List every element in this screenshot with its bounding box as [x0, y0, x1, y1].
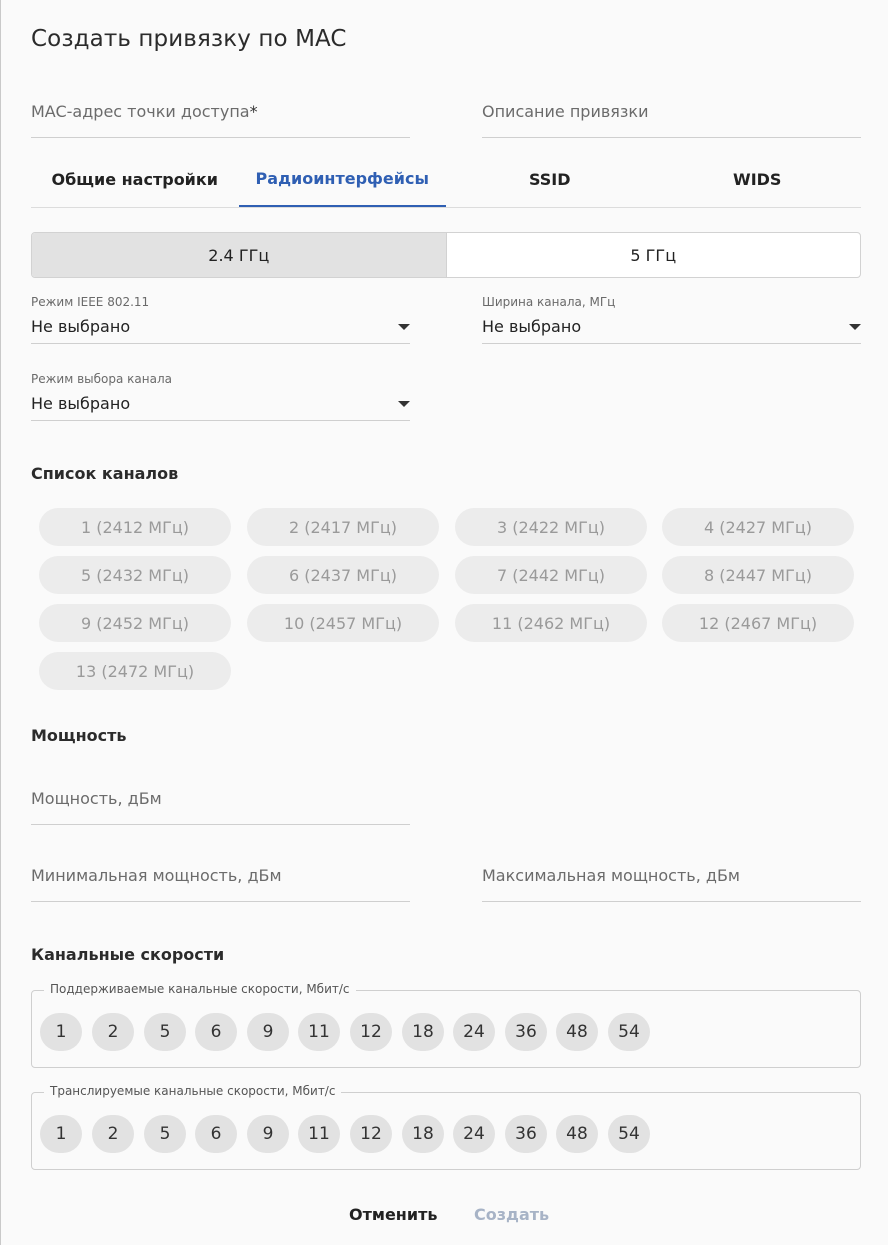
broadcast-rate-chip[interactable]: 9: [247, 1115, 289, 1153]
channel-width-value: Не выбрано: [482, 317, 582, 336]
chevron-down-icon: [849, 324, 861, 330]
broadcast-rate-chip[interactable]: 12: [350, 1115, 392, 1153]
channel-chip[interactable]: 2 (2417 МГц): [247, 508, 439, 546]
supported-rate-chip[interactable]: 12: [350, 1013, 392, 1051]
channel-chip[interactable]: 8 (2447 МГц): [662, 556, 854, 594]
broadcast-rate-chip[interactable]: 54: [608, 1115, 650, 1153]
broadcast-rate-chip[interactable]: 36: [505, 1115, 547, 1153]
binding-description-placeholder: Описание привязки: [482, 102, 649, 121]
broadcast-rate-chip[interactable]: 1: [40, 1115, 82, 1153]
min-power-field[interactable]: Минимальная мощность, дБм: [31, 862, 410, 902]
create-mac-binding-dialog: Создать привязку по MAC MAC-адрес точки …: [0, 0, 888, 1245]
channel-chip[interactable]: 9 (2452 МГц): [39, 604, 231, 642]
channel-list-title: Список каналов: [31, 464, 179, 483]
supported-rate-chip[interactable]: 9: [247, 1013, 289, 1051]
channel-chip[interactable]: 7 (2442 МГц): [455, 556, 647, 594]
channel-mode-value: Не выбрано: [31, 394, 131, 413]
supported-rate-chip[interactable]: 6: [195, 1013, 237, 1051]
min-power-placeholder: Минимальная мощность, дБм: [31, 866, 282, 885]
broadcast-rate-chip[interactable]: 24: [453, 1115, 495, 1153]
channel-chip[interactable]: 12 (2467 МГц): [662, 604, 854, 642]
binding-description-field[interactable]: Описание привязки: [482, 98, 861, 138]
supported-rates-group: Поддерживаемые канальные скорости, Мбит/…: [31, 982, 861, 1068]
channel-width-select[interactable]: Ширина канала, МГц Не выбрано: [482, 295, 861, 344]
supported-rates-label: Поддерживаемые канальные скорости, Мбит/…: [44, 982, 356, 996]
broadcast-rate-chip[interactable]: 48: [556, 1115, 598, 1153]
broadcast-rate-chip[interactable]: 18: [402, 1115, 444, 1153]
ieee-mode-select[interactable]: Режим IEEE 802.11 Не выбрано: [31, 295, 410, 344]
channel-chip[interactable]: 4 (2427 МГц): [662, 508, 854, 546]
supported-rate-chip[interactable]: 54: [608, 1013, 650, 1051]
band-2-4ghz-button[interactable]: 2.4 ГГц: [32, 233, 447, 277]
ieee-mode-value: Не выбрано: [31, 317, 131, 336]
supported-rate-chip[interactable]: 5: [144, 1013, 186, 1051]
channel-mode-label: Режим выбора канала: [31, 372, 172, 386]
broadcast-rate-chip[interactable]: 11: [298, 1115, 340, 1153]
tab-wids[interactable]: WIDS: [654, 151, 862, 207]
supported-rate-chip[interactable]: 2: [92, 1013, 134, 1051]
supported-rate-chip[interactable]: 48: [556, 1013, 598, 1051]
channel-chip[interactable]: 13 (2472 МГц): [39, 652, 231, 690]
tab-ssid[interactable]: SSID: [446, 151, 654, 207]
broadcast-rates-group: Транслируемые канальные скорости, Мбит/с…: [31, 1084, 861, 1170]
max-power-field[interactable]: Максимальная мощность, дБм: [482, 862, 861, 902]
power-field[interactable]: Мощность, дБм: [31, 785, 410, 825]
create-button[interactable]: Создать: [474, 1205, 549, 1224]
tab-general-settings[interactable]: Общие настройки: [31, 151, 239, 207]
channel-chip[interactable]: 5 (2432 МГц): [39, 556, 231, 594]
supported-rate-chip[interactable]: 1: [40, 1013, 82, 1051]
band-5ghz-button[interactable]: 5 ГГц: [447, 233, 861, 277]
ieee-mode-label: Режим IEEE 802.11: [31, 295, 150, 309]
supported-rate-chip[interactable]: 36: [505, 1013, 547, 1051]
supported-rate-chip[interactable]: 24: [453, 1013, 495, 1051]
channel-chip[interactable]: 11 (2462 МГц): [455, 604, 647, 642]
channel-mode-select[interactable]: Режим выбора канала Не выбрано: [31, 372, 410, 421]
channel-chip[interactable]: 1 (2412 МГц): [39, 508, 231, 546]
chevron-down-icon: [398, 324, 410, 330]
broadcast-rate-chip[interactable]: 5: [144, 1115, 186, 1153]
broadcast-rate-chip[interactable]: 6: [195, 1115, 237, 1153]
chevron-down-icon: [398, 401, 410, 407]
mac-address-placeholder: MAC-адрес точки доступа: [31, 102, 250, 121]
broadcast-rates-label: Транслируемые канальные скорости, Мбит/с: [44, 1084, 342, 1098]
cancel-button[interactable]: Отменить: [349, 1205, 437, 1224]
tab-bar: Общие настройки Радиоинтерфейсы SSID WID…: [31, 151, 861, 208]
channel-width-label: Ширина канала, МГц: [482, 295, 616, 309]
supported-rate-chip[interactable]: 11: [298, 1013, 340, 1051]
power-placeholder: Мощность, дБм: [31, 789, 162, 808]
channel-chip[interactable]: 3 (2422 МГц): [455, 508, 647, 546]
band-switch: 2.4 ГГц 5 ГГц: [31, 232, 861, 278]
dialog-title: Создать привязку по MAC: [31, 26, 347, 52]
mac-address-field[interactable]: MAC-адрес точки доступа*: [31, 98, 410, 138]
channel-chip[interactable]: 10 (2457 МГц): [247, 604, 439, 642]
tab-radio-interfaces[interactable]: Радиоинтерфейсы: [238, 151, 446, 207]
mac-address-placeholder-wrap: MAC-адрес точки доступа*: [31, 102, 258, 121]
broadcast-rate-chip[interactable]: 2: [92, 1115, 134, 1153]
power-title: Мощность: [31, 726, 127, 745]
required-mark: *: [249, 102, 258, 121]
channel-chip[interactable]: 6 (2437 МГц): [247, 556, 439, 594]
supported-rate-chip[interactable]: 18: [402, 1013, 444, 1051]
channel-rates-title: Канальные скорости: [31, 945, 225, 964]
max-power-placeholder: Максимальная мощность, дБм: [482, 866, 740, 885]
